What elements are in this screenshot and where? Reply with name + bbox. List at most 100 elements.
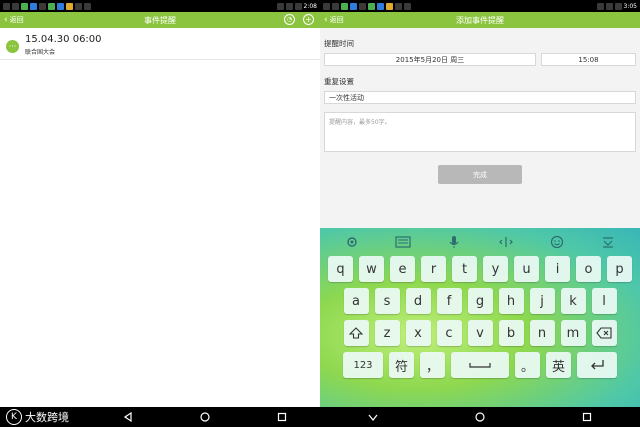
key-o[interactable]: o — [576, 256, 601, 282]
settings-button[interactable] — [343, 233, 361, 251]
battery-icon — [294, 2, 302, 10]
key-r[interactable]: r — [421, 256, 446, 282]
nav-back-button[interactable] — [121, 410, 135, 424]
key-123[interactable]: 123 — [343, 352, 383, 378]
add-event-button[interactable]: + — [303, 14, 314, 25]
key-v[interactable]: v — [467, 320, 493, 346]
nav-recents-button[interactable] — [275, 410, 289, 424]
reminder-time-label: 提醒时间 — [324, 39, 354, 48]
recents-square-icon — [582, 412, 591, 422]
key-u[interactable]: u — [514, 256, 539, 282]
key-p[interactable]: p — [607, 256, 632, 282]
key-q[interactable]: q — [328, 256, 353, 282]
key-y[interactable]: y — [483, 256, 508, 282]
key-x[interactable]: x — [405, 320, 431, 346]
gear-icon — [346, 237, 357, 247]
event-title: 联合国大会 — [25, 49, 56, 56]
back-label: 返回 — [9, 16, 24, 24]
key-comma[interactable]: ， — [420, 352, 445, 378]
notification-icon — [404, 2, 411, 10]
backspace-key[interactable] — [591, 320, 617, 346]
key-k[interactable]: k — [560, 288, 586, 314]
chevron-left-icon: ‹ — [324, 14, 328, 25]
key-j[interactable]: j — [529, 288, 555, 314]
key-lang[interactable]: 英 — [546, 352, 571, 378]
title-bar: ‹ 返回 事件提醒 ◔ + — [0, 12, 320, 28]
watermark-logo-icon: K — [6, 409, 22, 425]
plus-icon: + — [305, 14, 312, 24]
content-textarea[interactable]: 提醒内容，最多50字。 — [324, 112, 636, 152]
app-icon — [377, 2, 384, 10]
key-c[interactable]: c — [436, 320, 462, 346]
nav-home-button[interactable] — [473, 410, 487, 424]
key-f[interactable]: f — [436, 288, 462, 314]
microphone-icon — [449, 236, 459, 248]
event-list-screen: ‹ 返回 事件提醒 ◔ + ··· 15.04.30 06:00 联合国大会 — [0, 12, 320, 407]
back-button[interactable]: ‹ 返回 — [324, 12, 344, 28]
space-icon — [469, 363, 491, 368]
cursor-button[interactable] — [497, 233, 515, 251]
key-period[interactable]: 。 — [515, 352, 540, 378]
chevron-left-icon: ‹ — [4, 14, 8, 25]
voice-input-button[interactable] — [445, 233, 463, 251]
notification-icon — [75, 2, 82, 10]
done-button[interactable]: 完成 — [438, 165, 522, 184]
signal-icon — [285, 2, 293, 10]
key-i[interactable]: i — [545, 256, 570, 282]
key-m[interactable]: m — [560, 320, 586, 346]
watermark-text: 大数跨境 — [25, 411, 69, 424]
back-button[interactable]: ‹ 返回 — [4, 12, 24, 28]
hide-keyboard-icon — [603, 237, 614, 248]
hide-keyboard-button[interactable] — [599, 233, 617, 251]
key-h[interactable]: h — [498, 288, 524, 314]
notification-icon — [39, 2, 46, 10]
notification-icon — [359, 2, 366, 10]
app-icon — [66, 2, 73, 10]
keyboard-switch-button[interactable] — [394, 233, 412, 251]
key-s[interactable]: s — [374, 288, 400, 314]
home-circle-icon — [200, 412, 210, 422]
keyboard-toolbar — [320, 228, 640, 256]
clock: 3:05 — [623, 2, 637, 10]
smiley-icon — [550, 235, 564, 249]
key-d[interactable]: d — [405, 288, 431, 314]
app-icon — [30, 2, 37, 10]
key-g[interactable]: g — [467, 288, 493, 314]
alarm-button[interactable]: ◔ — [284, 14, 295, 25]
nav-recents-button[interactable] — [580, 410, 594, 424]
notification-icon — [3, 2, 10, 10]
status-bar-right: 3:05 — [320, 0, 640, 12]
wechat-icon — [48, 2, 55, 10]
chevron-down-icon — [368, 414, 378, 421]
emoji-button[interactable] — [548, 233, 566, 251]
keyboard-row-4: 123 符 ， 。 英 — [324, 352, 636, 378]
space-key[interactable] — [451, 352, 509, 378]
watermark: K 大数跨境 — [6, 409, 69, 425]
list-item[interactable]: ··· 15.04.30 06:00 联合国大会 — [0, 28, 320, 60]
key-w[interactable]: w — [359, 256, 384, 282]
enter-key[interactable] — [577, 352, 617, 378]
recents-square-icon — [277, 412, 286, 422]
keyboard-row-1: q w e r t y u i o p — [324, 256, 636, 282]
status-bar-left: 2:08 — [0, 0, 320, 12]
nav-home-button[interactable] — [198, 410, 212, 424]
key-l[interactable]: l — [591, 288, 617, 314]
key-z[interactable]: z — [374, 320, 400, 346]
back-triangle-icon — [124, 412, 132, 422]
keyboard-row-3: z x c v b n m — [324, 320, 636, 346]
notification-icon — [395, 2, 402, 10]
key-b[interactable]: b — [498, 320, 524, 346]
repeat-select[interactable]: 一次性活动 — [324, 91, 636, 104]
key-a[interactable]: a — [343, 288, 369, 314]
shift-key[interactable] — [343, 320, 369, 346]
keyboard-row-2: a s d f g h j k l — [324, 288, 636, 314]
key-symbols[interactable]: 符 — [389, 352, 414, 378]
key-e[interactable]: e — [390, 256, 415, 282]
key-n[interactable]: n — [529, 320, 555, 346]
date-field[interactable]: 2015年5月20日 周三 — [324, 53, 536, 66]
wechat-icon — [368, 2, 375, 10]
key-t[interactable]: t — [452, 256, 477, 282]
time-field[interactable]: 15:08 — [541, 53, 636, 66]
nav-hide-keyboard-button[interactable] — [366, 410, 380, 424]
title-bar: ‹ 返回 添加事件提醒 — [320, 12, 640, 28]
